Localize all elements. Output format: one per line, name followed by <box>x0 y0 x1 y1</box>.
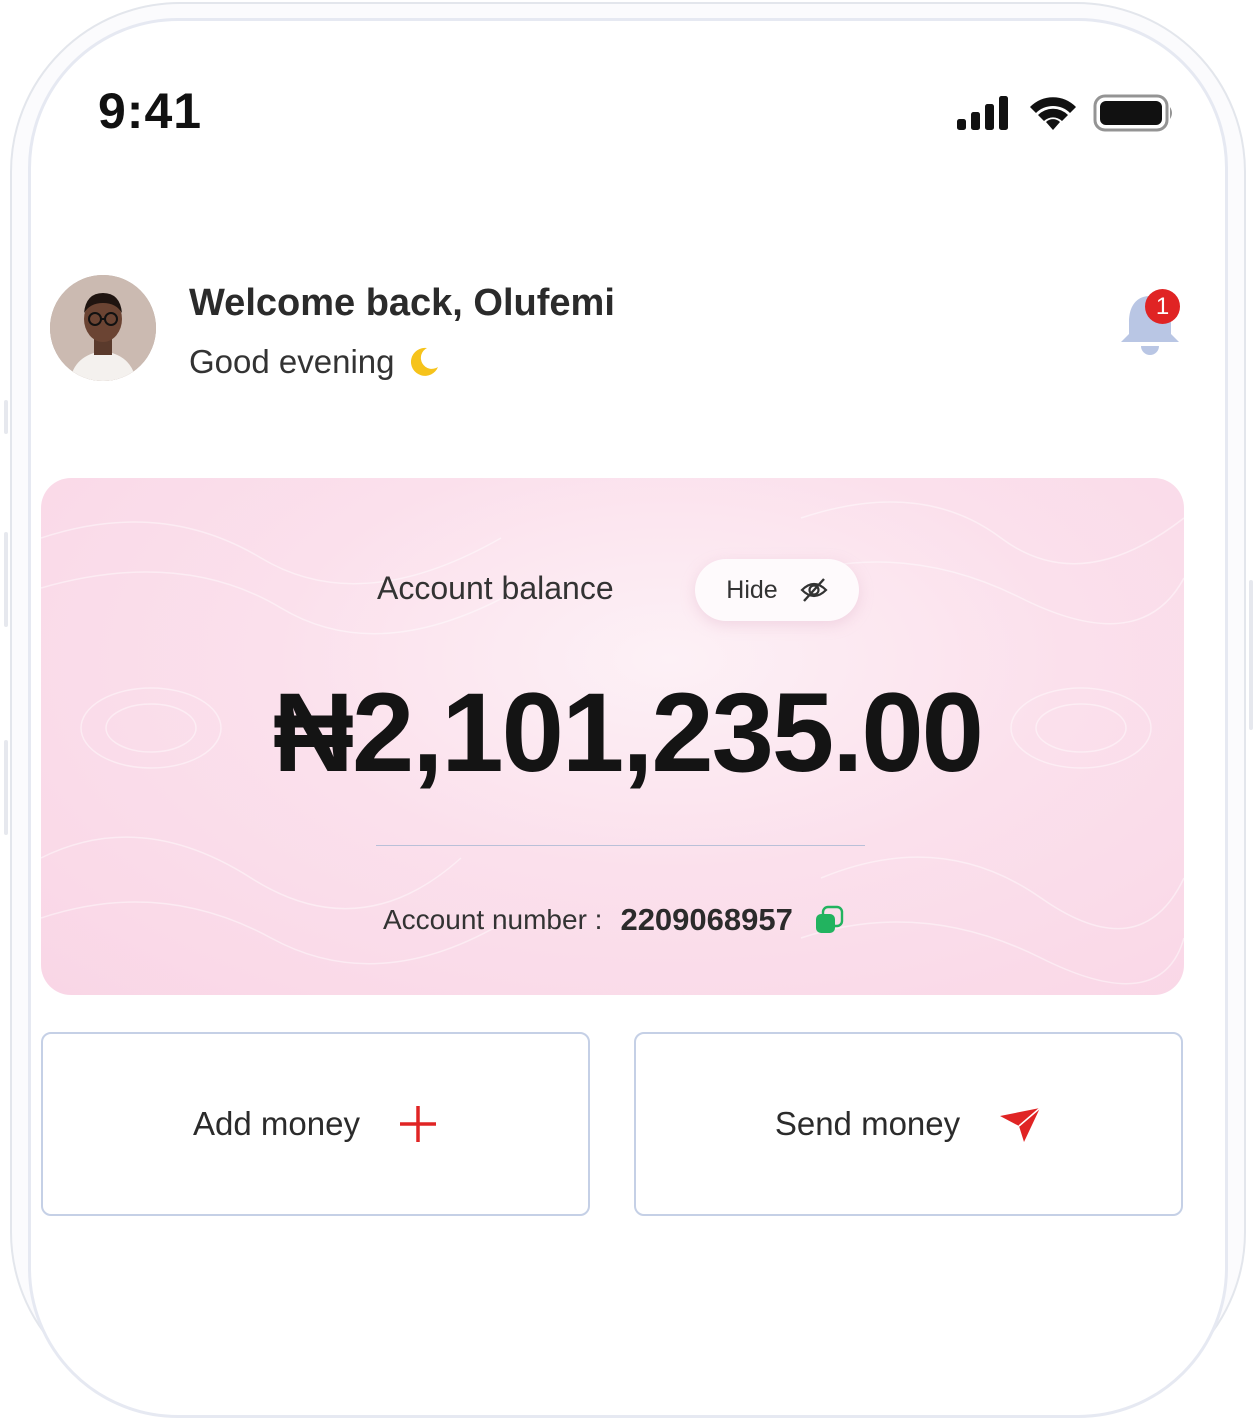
eye-off-icon <box>800 578 828 602</box>
add-money-label: Add money <box>193 1105 360 1142</box>
side-button <box>4 400 8 434</box>
signal-icon <box>957 96 1008 130</box>
moon-icon <box>410 347 438 376</box>
plus-icon <box>399 1106 436 1142</box>
account-number: 2209068957 <box>620 902 793 937</box>
avatar-photo <box>50 275 156 381</box>
battery-icon <box>1093 94 1172 132</box>
hide-balance-button[interactable]: Hide <box>695 559 859 621</box>
welcome-title: Welcome back, Olufemi <box>189 282 615 324</box>
card-divider <box>376 845 865 846</box>
greeting-text: Good evening <box>189 343 395 380</box>
status-time: 9:41 <box>98 83 203 139</box>
send-icon <box>1000 1107 1041 1142</box>
hide-label: Hide <box>726 575 778 604</box>
account-number-row: Account number : 2209068957 <box>383 898 845 942</box>
status-icons <box>955 92 1175 134</box>
add-money-button[interactable]: Add money <box>41 1032 590 1216</box>
send-money-button[interactable]: Send money <box>634 1032 1183 1216</box>
wifi-icon <box>1030 97 1076 130</box>
avatar[interactable] <box>50 275 156 381</box>
side-button <box>4 532 8 627</box>
send-money-label: Send money <box>774 1105 961 1142</box>
account-number-label: Account number : <box>383 904 603 935</box>
greeting: Good evening <box>189 343 441 381</box>
copy-icon[interactable] <box>813 904 845 936</box>
notification-badge: 1 <box>1145 289 1180 324</box>
balance-amount: ₦2,101,235.00 <box>273 670 984 795</box>
balance-label: Account balance <box>377 570 614 606</box>
